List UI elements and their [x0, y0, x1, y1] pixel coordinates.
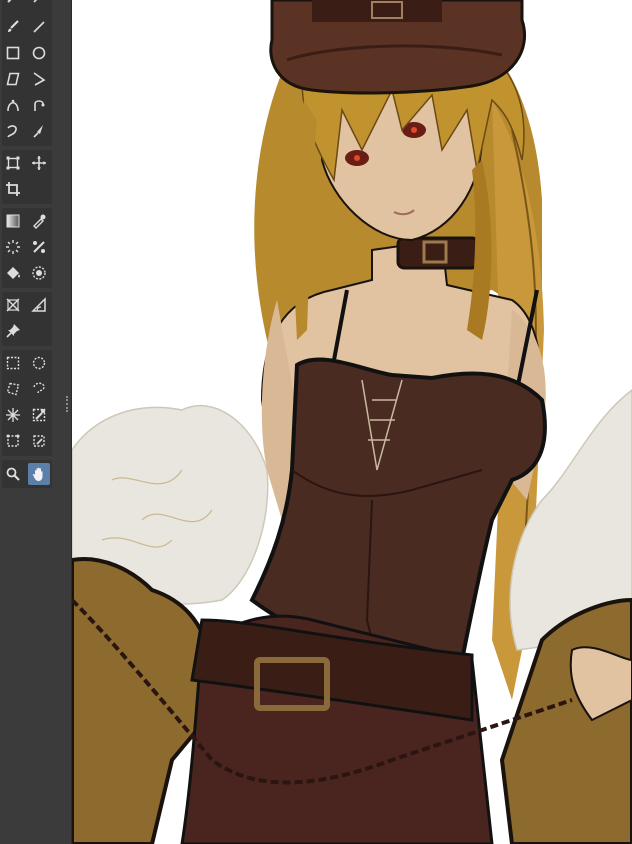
bezier-select-icon[interactable] — [2, 430, 24, 452]
magic-wand-select-icon[interactable] — [2, 404, 24, 426]
bezier-curve-icon[interactable] — [2, 94, 24, 116]
hand-icon[interactable] — [28, 463, 50, 485]
smudge-icon[interactable] — [28, 120, 50, 142]
magnetic-select-icon[interactable] — [28, 430, 50, 452]
similar-color-select-icon[interactable] — [28, 404, 50, 426]
assistant-icon[interactable] — [28, 236, 50, 258]
fill-bucket-icon[interactable] — [2, 262, 24, 284]
ellipse-icon[interactable] — [28, 42, 50, 64]
zoom-icon[interactable] — [2, 463, 24, 485]
artwork — [72, 0, 632, 844]
polygon-select-icon[interactable] — [2, 378, 24, 400]
toolbox-panel — [0, 0, 72, 844]
ellipse-select-icon[interactable] — [28, 352, 50, 374]
freehand-lasso-curve-icon[interactable] — [2, 120, 24, 142]
polygon-icon[interactable] — [2, 68, 24, 90]
reference-pin-icon[interactable] — [2, 320, 24, 342]
smart-patch-icon[interactable] — [2, 236, 24, 258]
freehand-select-icon[interactable] — [28, 378, 50, 400]
freehand-brush-icon[interactable] — [2, 0, 24, 8]
rectangle-icon[interactable] — [2, 42, 24, 64]
transform-icon[interactable] — [2, 152, 24, 174]
paintbrush-icon[interactable] — [2, 16, 24, 38]
rect-select-icon[interactable] — [2, 352, 24, 374]
pencil-icon[interactable] — [28, 0, 50, 8]
drawing-canvas[interactable] — [72, 0, 632, 844]
crop-icon[interactable] — [2, 178, 24, 200]
panel-resize-grip[interactable] — [66, 396, 70, 412]
color-picker-icon[interactable] — [28, 210, 50, 232]
gradient-icon[interactable] — [2, 210, 24, 232]
line-icon[interactable] — [28, 16, 50, 38]
enclose-fill-icon[interactable] — [28, 262, 50, 284]
move-icon[interactable] — [28, 152, 50, 174]
measure-icon[interactable] — [28, 294, 50, 316]
bezier-tool-icon[interactable] — [28, 94, 50, 116]
perspective-icon[interactable] — [2, 294, 24, 316]
polyline-icon[interactable] — [28, 68, 50, 90]
